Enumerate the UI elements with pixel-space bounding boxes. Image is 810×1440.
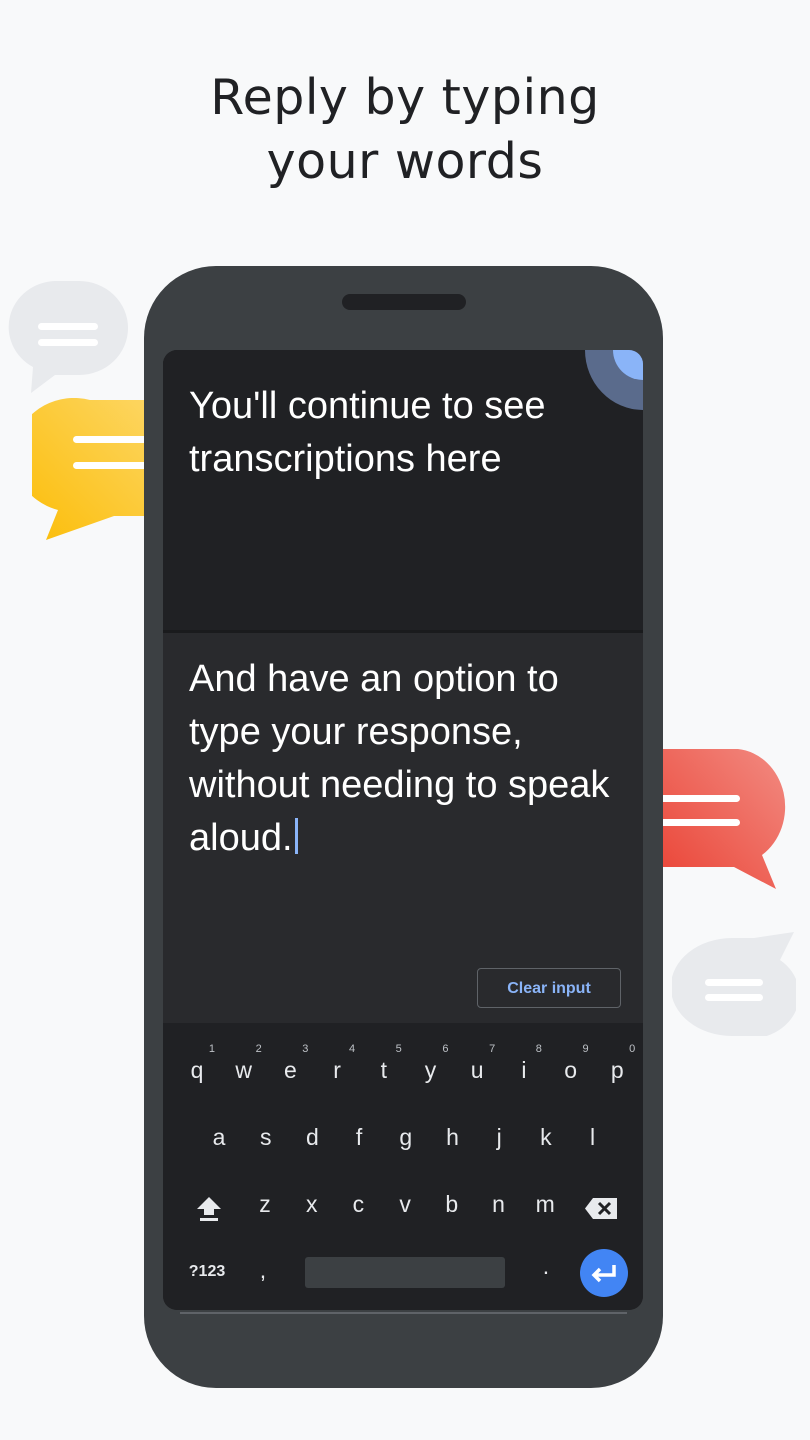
headline-line-2: your words — [266, 133, 544, 190]
key-label: r — [333, 1057, 341, 1083]
spacebar[interactable] — [305, 1257, 505, 1288]
comma-key[interactable]: , — [243, 1257, 283, 1284]
period-key[interactable]: . — [526, 1253, 566, 1280]
text-cursor — [294, 818, 298, 854]
key-hint: 1 — [208, 1043, 215, 1055]
key-j[interactable]: j — [479, 1124, 519, 1151]
key-hint: 0 — [629, 1043, 636, 1055]
listening-indicator-icon — [585, 350, 643, 410]
chat-bubble-yellow-icon — [32, 398, 152, 542]
key-hint: 6 — [442, 1043, 449, 1055]
key-z[interactable]: z — [245, 1191, 285, 1218]
key-hint: 3 — [302, 1043, 309, 1055]
key-label: e — [283, 1057, 297, 1083]
key-label: p — [610, 1057, 624, 1083]
transcription-text: You'll continue to see transcriptions he… — [189, 385, 546, 480]
headline: Reply by typing your words — [0, 66, 810, 194]
keyboard: q1w2e3r4t5y6u7i8o9p0 asdfghjkl zxcvbnm ?… — [163, 1023, 643, 1310]
key-s[interactable]: s — [246, 1124, 286, 1151]
key-q[interactable]: q1 — [177, 1043, 217, 1084]
key-b[interactable]: b — [432, 1191, 472, 1218]
key-hint: 5 — [395, 1043, 402, 1055]
key-x[interactable]: x — [292, 1191, 332, 1218]
key-f[interactable]: f — [339, 1124, 379, 1151]
key-label: q — [190, 1057, 204, 1083]
key-v[interactable]: v — [385, 1191, 425, 1218]
key-k[interactable]: k — [526, 1124, 566, 1151]
backspace-icon — [585, 1198, 617, 1219]
key-r[interactable]: r4 — [317, 1043, 357, 1084]
chat-bubble-gray-small-icon — [672, 932, 796, 1036]
key-t[interactable]: t5 — [364, 1043, 404, 1084]
clear-input-button[interactable]: Clear input — [477, 968, 621, 1008]
phone-frame: You'll continue to see transcriptions he… — [144, 266, 663, 1388]
key-hint: 4 — [348, 1043, 356, 1055]
screen-bottom-edge — [180, 1312, 627, 1314]
key-label: y — [424, 1057, 437, 1083]
key-n[interactable]: n — [479, 1191, 519, 1218]
key-y[interactable]: y6 — [411, 1043, 451, 1084]
headline-line-1: Reply by typing — [210, 69, 600, 126]
transcription-panel: You'll continue to see transcriptions he… — [163, 350, 643, 630]
key-l[interactable]: l — [573, 1124, 613, 1151]
key-g[interactable]: g — [386, 1124, 426, 1151]
phone-speaker — [342, 294, 466, 310]
phone-screen: You'll continue to see transcriptions he… — [163, 350, 643, 1310]
key-i[interactable]: i8 — [504, 1043, 544, 1084]
key-hint: 9 — [582, 1043, 589, 1055]
chat-bubble-red-icon — [660, 749, 792, 891]
key-p[interactable]: p0 — [597, 1043, 637, 1084]
reply-input-text: And have an option to type your response… — [189, 658, 610, 859]
shift-key[interactable] — [189, 1193, 229, 1223]
key-hint: 8 — [535, 1043, 542, 1055]
key-label: t — [380, 1057, 387, 1083]
reply-panel[interactable]: And have an option to type your response… — [163, 633, 643, 1023]
key-hint: 7 — [489, 1043, 496, 1055]
key-d[interactable]: d — [292, 1124, 332, 1151]
key-e[interactable]: e3 — [270, 1043, 310, 1084]
shift-icon — [197, 1197, 221, 1221]
key-label: w — [235, 1057, 252, 1083]
key-hint: 2 — [255, 1043, 262, 1055]
key-u[interactable]: u7 — [457, 1043, 497, 1084]
key-c[interactable]: c — [338, 1191, 378, 1218]
key-w[interactable]: w2 — [224, 1043, 264, 1084]
reply-input[interactable]: And have an option to type your response… — [189, 653, 629, 865]
key-label: o — [564, 1057, 577, 1083]
backspace-key[interactable] — [581, 1193, 621, 1223]
key-a[interactable]: a — [199, 1124, 239, 1151]
symbols-key[interactable]: ?123 — [185, 1263, 229, 1281]
enter-icon — [591, 1265, 616, 1283]
key-m[interactable]: m — [525, 1191, 565, 1218]
key-label: i — [521, 1057, 527, 1083]
enter-key[interactable] — [580, 1249, 628, 1297]
chat-bubble-gray-icon — [5, 279, 129, 397]
key-label: u — [470, 1057, 484, 1083]
key-h[interactable]: h — [433, 1124, 473, 1151]
key-o[interactable]: o9 — [551, 1043, 591, 1084]
